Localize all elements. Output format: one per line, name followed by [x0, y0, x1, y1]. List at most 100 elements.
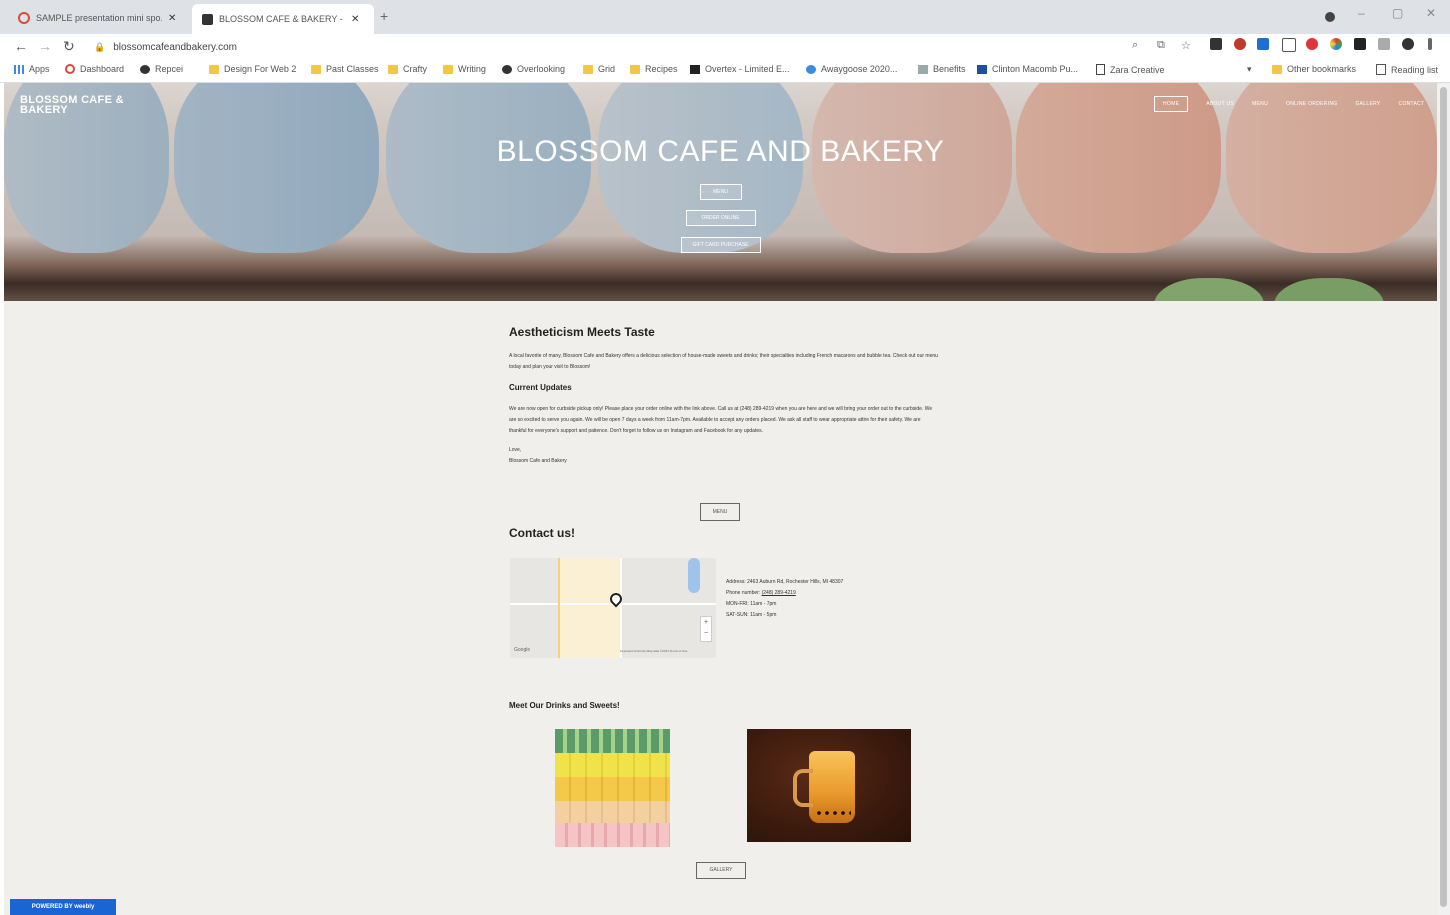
gallery-heading: Meet Our Drinks and Sweets! [509, 701, 620, 710]
lock-icon: 🔒 [94, 41, 106, 52]
bookmark-overlooking[interactable]: Overlooking [502, 64, 565, 74]
site-logo[interactable]: BLOSSOM CAFE & BAKERY [20, 95, 150, 116]
bubble-tea-photo[interactable] [747, 729, 911, 842]
bookmark-grid[interactable]: Grid [583, 64, 615, 74]
bookmark-repcei[interactable]: Repcei [140, 64, 183, 74]
phone-label: Phone number: [726, 590, 761, 596]
bookmark-crafty[interactable]: Crafty [388, 64, 427, 74]
address-text: Address: 2463 Auburn Rd, Rochester Hills… [726, 579, 844, 585]
photo-row [555, 823, 670, 847]
bookmark-past-classes[interactable]: Past Classes [311, 64, 379, 74]
signoff-line: Blossom Cafe and Bakery [509, 458, 567, 464]
map-road [620, 558, 622, 658]
hero-menu-button[interactable]: MENU [699, 184, 742, 200]
close-icon[interactable]: ✕ [351, 14, 359, 25]
menu-dots-icon[interactable] [1428, 38, 1432, 50]
tab-title: SAMPLE presentation mini spo... [36, 13, 162, 23]
bookmark-benefits[interactable]: Benefits [918, 64, 966, 74]
maximize-icon[interactable]: ▢ [1392, 6, 1403, 20]
nav-online-ordering[interactable]: ONLINE ORDERING [1286, 101, 1337, 107]
extension-icon[interactable] [1210, 38, 1222, 50]
bookmark-clinton-macomb[interactable]: Clinton Macomb Pu... [977, 64, 1078, 74]
bookmark-star-icon[interactable]: ☆ [1181, 39, 1191, 52]
map-zoom-controls[interactable]: + − [700, 616, 712, 642]
browser-toolbar: ← → ↻ 🔒 blossomcafeandbakery.com ⌕ ⧉ ☆ [0, 34, 1450, 60]
phone-link[interactable]: (248) 289-4219 [762, 590, 796, 596]
hero-order-online-button[interactable]: ORDER ONLINE [685, 210, 756, 226]
bookmarks-overflow-chevron-icon[interactable]: ▾ [1247, 64, 1252, 75]
scrollbar[interactable] [1437, 83, 1450, 915]
close-icon[interactable]: ✕ [168, 13, 176, 24]
nav-home[interactable]: HOME [1154, 96, 1189, 112]
avatar[interactable] [1402, 38, 1414, 50]
boba-pearls [815, 809, 851, 819]
profile-icon[interactable] [1325, 12, 1335, 22]
zoom-icon[interactable]: ⌕ [1132, 39, 1138, 52]
main-content: Aestheticism Meets Taste A local favorit… [509, 325, 939, 467]
contact-heading: Contact us! [509, 526, 575, 540]
forward-icon[interactable]: → [38, 38, 52, 54]
weebly-badge[interactable]: POWERED BY weebly [10, 899, 116, 915]
nav-menu[interactable]: MENU [1252, 101, 1268, 107]
hero-title: BLOSSOM CAFE AND BAKERY [496, 135, 945, 168]
macarons-photo[interactable] [555, 729, 670, 847]
site-icon [140, 64, 150, 74]
hours-text: SAT-SUN: 11am - 5pm [726, 612, 777, 618]
photo-row [555, 801, 670, 823]
address-bar[interactable]: 🔒 blossomcafeandbakery.com [86, 37, 1196, 57]
tab-2[interactable]: BLOSSOM CAFE & BAKERY - Ho... ✕ [192, 4, 374, 34]
bookmark-design-for-web[interactable]: Design For Web 2 [209, 64, 296, 74]
extension-icon[interactable] [1282, 38, 1296, 52]
site-icon [690, 64, 700, 74]
tab-title: BLOSSOM CAFE & BAKERY - Ho... [219, 14, 345, 24]
scrollbar-thumb[interactable] [1440, 87, 1447, 907]
map-footer: Keyboard shortcuts Map data ©2021 Terms … [620, 649, 688, 653]
bookmark-dashboard[interactable]: Dashboard [65, 64, 124, 74]
tab-1[interactable]: SAMPLE presentation mini spo... ✕ [8, 6, 190, 30]
menu-button[interactable]: MENU [700, 503, 740, 521]
nav-contact[interactable]: CONTACT [1399, 101, 1425, 107]
new-tab-icon[interactable]: + [380, 8, 388, 24]
site-icon [806, 64, 816, 74]
bookmark-reading-list[interactable]: Reading list [1376, 64, 1438, 75]
share-icon[interactable]: ⧉ [1157, 39, 1165, 52]
folder-icon [443, 64, 453, 74]
nav-gallery[interactable]: GALLERY [1355, 101, 1380, 107]
gallery-button[interactable]: GALLERY [696, 862, 746, 879]
minimize-icon[interactable]: – [1358, 6, 1365, 20]
close-window-icon[interactable]: ✕ [1426, 6, 1436, 20]
bookmark-writing[interactable]: Writing [443, 64, 486, 74]
map-area [560, 558, 620, 658]
bookmark-overtex[interactable]: Overtex - Limited E... [690, 64, 790, 74]
hero-gift-card-button[interactable]: GIFT CARD PURCHASE [680, 237, 761, 253]
extension-icon[interactable] [1234, 38, 1246, 50]
bookmark-zara-creative[interactable]: Zara Creative [1096, 64, 1165, 75]
hero-banner: BLOSSOM CAFE & BAKERY HOME ABOUT US MENU… [4, 83, 1437, 301]
media-icon[interactable] [1378, 38, 1390, 50]
bookmark-awaygoose[interactable]: Awaygoose 2020... [806, 64, 897, 74]
dashboard-icon [65, 64, 75, 74]
jar-handle [793, 769, 813, 807]
extension-icon[interactable] [1257, 38, 1269, 50]
back-icon[interactable]: ← [14, 38, 28, 54]
bookmark-other[interactable]: Other bookmarks [1272, 64, 1356, 74]
bookmark-recipes[interactable]: Recipes [630, 64, 678, 74]
reading-list-icon [1376, 64, 1386, 75]
site-icon [918, 64, 928, 74]
folder-icon [630, 64, 640, 74]
contact-info: Address: 2463 Auburn Rd, Rochester Hills… [726, 577, 843, 621]
signoff-line: Love, [509, 447, 522, 453]
map-embed[interactable]: + − Google Keyboard shortcuts Map data ©2… [510, 558, 716, 658]
reload-icon[interactable]: ↻ [63, 38, 75, 55]
extensions-puzzle-icon[interactable] [1354, 38, 1366, 50]
map-water [688, 558, 700, 593]
extension-icon[interactable] [1330, 38, 1342, 50]
extension-icon[interactable] [1306, 38, 1318, 50]
nav-about-us[interactable]: ABOUT US [1206, 101, 1234, 107]
apps-grid-icon [14, 64, 24, 74]
photo-row [555, 753, 670, 777]
updates-heading: Current Updates [509, 383, 572, 392]
folder-icon [583, 64, 593, 74]
bookmark-apps[interactable]: Apps [14, 64, 50, 74]
updates-text: We are now open for curbside pickup only… [509, 406, 933, 434]
